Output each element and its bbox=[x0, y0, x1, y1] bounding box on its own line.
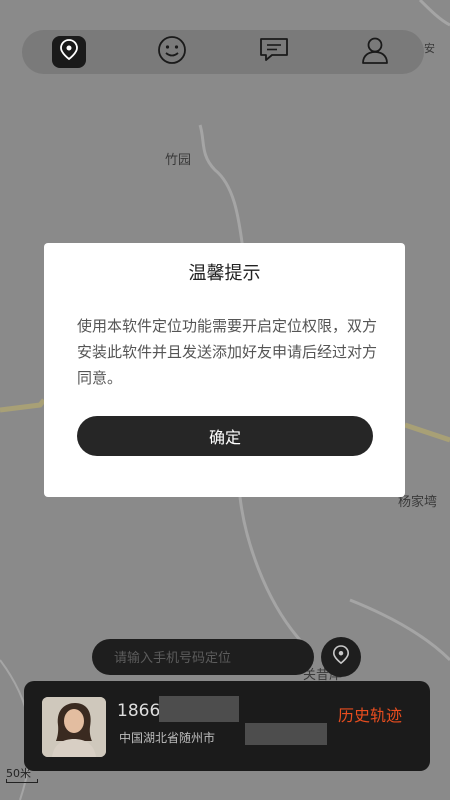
tips-dialog: 温馨提示 使用本软件定位功能需要开启定位权限，双方安装此软件并且发送添加好友申请… bbox=[44, 243, 405, 497]
dialog-overlay: 温馨提示 使用本软件定位功能需要开启定位权限，双方安装此软件并且发送添加好友申请… bbox=[0, 0, 450, 800]
dialog-message: 使用本软件定位功能需要开启定位权限，双方安装此软件并且发送添加好友申请后经过对方… bbox=[77, 317, 378, 387]
dialog-title: 温馨提示 bbox=[188, 263, 261, 284]
confirm-button[interactable]: 确定 bbox=[77, 416, 373, 456]
